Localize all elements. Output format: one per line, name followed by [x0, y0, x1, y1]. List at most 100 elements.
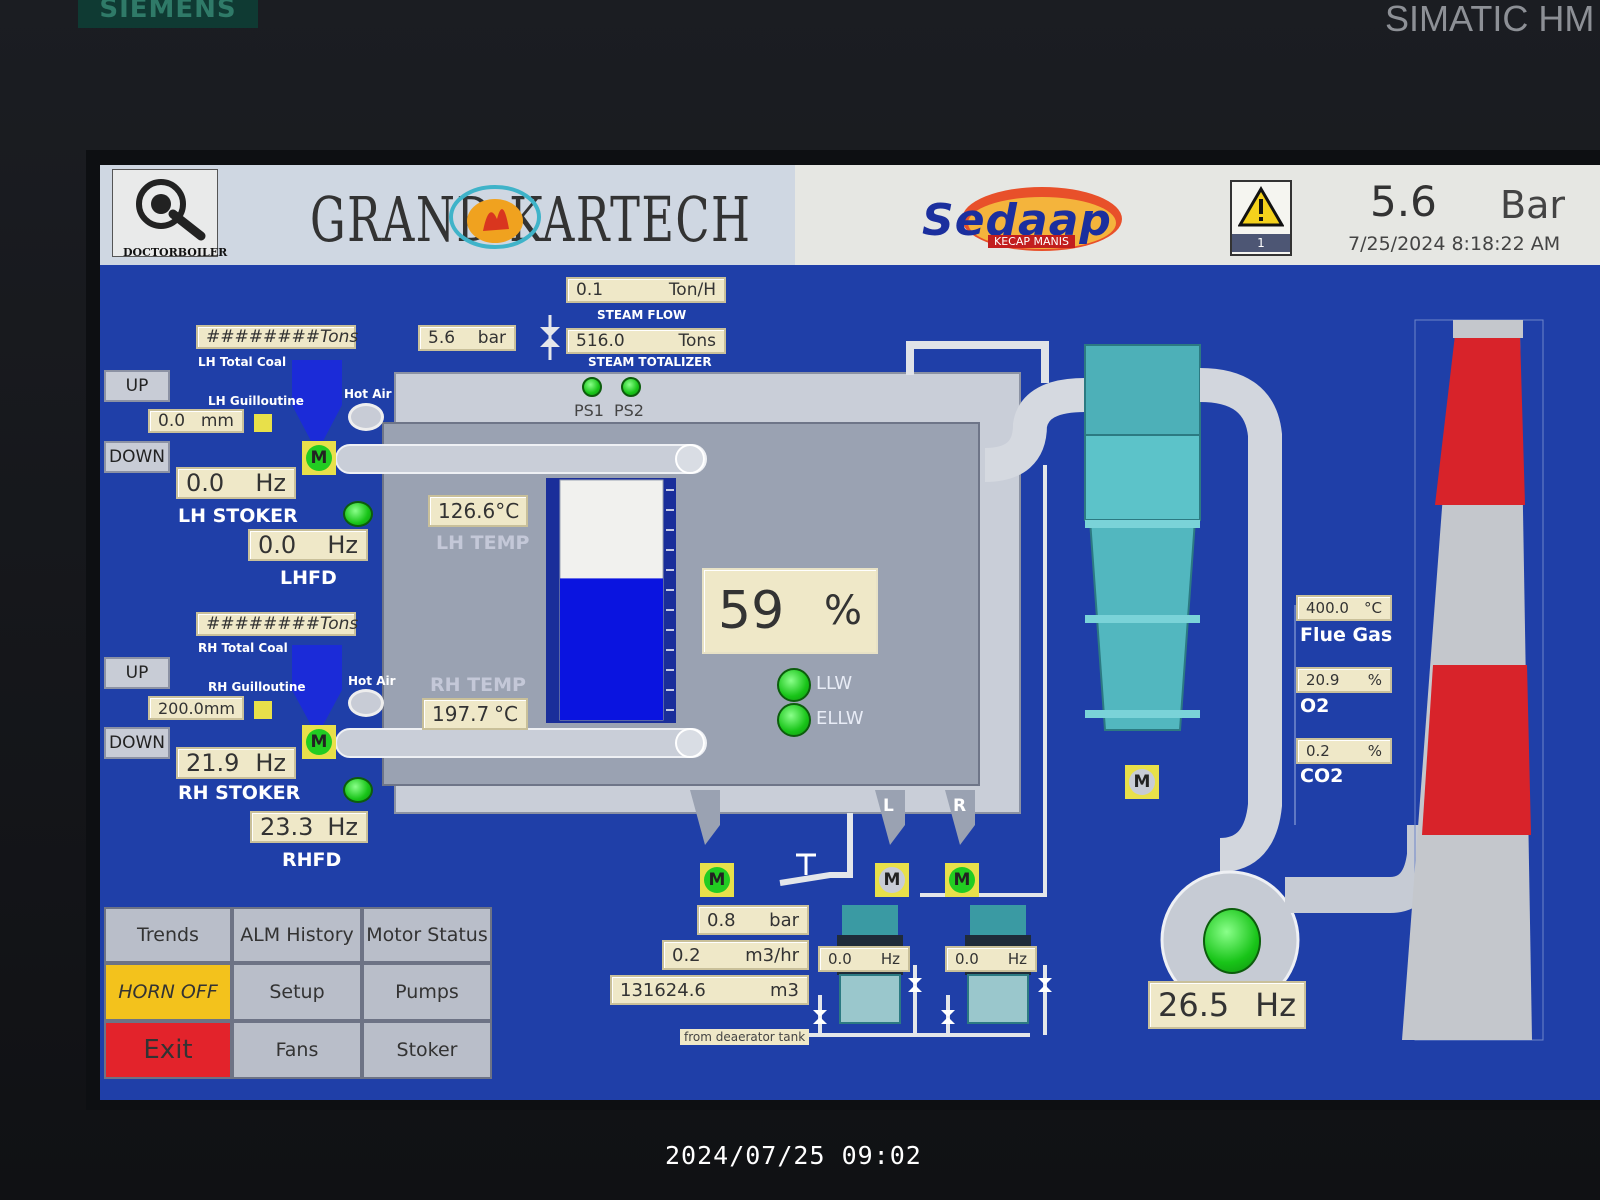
- rh-hot-air-damper[interactable]: [348, 689, 384, 717]
- rh-guillotine-actuator[interactable]: [254, 701, 272, 719]
- ash-conveyor-motor-label: M: [704, 867, 730, 893]
- lh-guillotine-label: LH Guilloutine: [208, 394, 304, 408]
- rh-total-coal-label: RH Total Coal: [198, 641, 288, 655]
- alarm-indicator[interactable]: 1: [1230, 180, 1292, 256]
- rh-stoker-unit: Hz: [255, 749, 286, 777]
- lh-guillotine-actuator[interactable]: [254, 414, 272, 432]
- rh-temp-unit: °C: [494, 702, 518, 726]
- rh-stoker-belt: [335, 728, 707, 758]
- menu-motor-status-button[interactable]: Motor Status: [362, 907, 492, 963]
- lh-up-button[interactable]: UP: [104, 370, 170, 402]
- rh-stoker-motor[interactable]: M: [302, 725, 336, 759]
- ash-left-label: L: [883, 796, 894, 816]
- rh-hot-air-label: Hot Air: [348, 674, 396, 688]
- menu-setup-button[interactable]: Setup: [232, 963, 362, 1021]
- menu-horn-off-button[interactable]: HORN OFF: [104, 963, 232, 1021]
- rhfd-display: 23.3 Hz: [250, 811, 368, 843]
- llw-label: LLW: [816, 673, 853, 694]
- rh-guillotine-label: RH Guilloutine: [208, 680, 306, 694]
- menu-trends-button[interactable]: Trends: [104, 907, 232, 963]
- lhfd-unit: Hz: [327, 531, 358, 559]
- lh-down-button[interactable]: DOWN: [104, 441, 170, 473]
- ash-conveyor-motor[interactable]: M: [700, 863, 734, 897]
- steam-total-value: 516.0: [576, 331, 625, 351]
- llw-indicator: [777, 668, 811, 702]
- rh-stoker-display: 21.9 Hz: [176, 747, 296, 779]
- pump1-unit: Hz: [880, 950, 900, 968]
- lhfd-display: 0.0 Hz: [248, 529, 368, 561]
- rh-guillotine-display: 200.0 mm: [148, 696, 244, 720]
- lhfd-label: LHFD: [280, 567, 337, 589]
- o2-display: 20.9%: [1296, 667, 1392, 693]
- steam-total-unit: Tons: [678, 331, 716, 351]
- o2-unit: %: [1367, 671, 1382, 689]
- steam-pressure-display: 5.6 bar: [418, 325, 516, 351]
- camera-timestamp: 2024/07/25 09:02: [665, 1141, 922, 1170]
- header-pressure-unit: Bar: [1500, 183, 1565, 227]
- hmi-screen: DOCTORBOILER GRAND KARTECH Sedaap KECAP …: [100, 165, 1600, 1100]
- id-fan-display: 26.5 Hz: [1148, 981, 1306, 1029]
- menu-alm-history-button[interactable]: ALM History: [232, 907, 362, 963]
- menu-fans-button[interactable]: Fans: [232, 1021, 362, 1079]
- lh-stoker-motor[interactable]: M: [302, 441, 336, 475]
- economiser-motor[interactable]: M: [1125, 765, 1159, 799]
- lh-temp-value: 126.6: [438, 499, 496, 523]
- lhfd-fan-indicator[interactable]: [343, 501, 373, 527]
- menu-exit-button[interactable]: Exit: [104, 1021, 232, 1079]
- co2-unit: %: [1367, 742, 1382, 760]
- lh-hot-air-label: Hot Air: [344, 387, 392, 401]
- header-datetime: 7/25/2024 8:18:22 AM: [1348, 233, 1561, 255]
- fw-pressure-display: 0.8 bar: [697, 905, 809, 935]
- pump2-value: 0.0: [955, 950, 979, 968]
- menu-stoker-button[interactable]: Stoker: [362, 1021, 492, 1079]
- lh-stoker-display: 0.0 Hz: [176, 467, 296, 499]
- steam-flow-value: 0.1: [576, 280, 604, 300]
- ps2-label: PS2: [614, 401, 644, 420]
- steam-pressure-value: 5.6: [428, 328, 456, 348]
- lh-temp-unit: °C: [495, 499, 520, 523]
- wrench-logo-icon: [136, 179, 206, 241]
- lh-total-coal-display: ######## Tons: [196, 325, 359, 349]
- rh-stoker-label: RH STOKER: [178, 782, 301, 804]
- rh-temp-value: 197.7: [432, 702, 490, 726]
- co2-label: CO2: [1300, 765, 1344, 787]
- lh-stoker-value: 0.0: [186, 469, 225, 497]
- ps1-label: PS1: [574, 401, 604, 420]
- fw-pressure-unit: bar: [769, 909, 799, 931]
- ash-right-label: R: [953, 796, 967, 816]
- rh-up-button[interactable]: UP: [104, 657, 170, 689]
- flame-logo-icon: [449, 185, 541, 249]
- logo-caption: DOCTORBOILER: [123, 246, 228, 259]
- id-fan-value: 26.5: [1158, 986, 1230, 1024]
- rhfd-label: RHFD: [282, 849, 342, 871]
- lh-total-coal-label: LH Total Coal: [198, 355, 287, 369]
- ash-right-motor[interactable]: M: [945, 863, 979, 897]
- ps2-indicator: [621, 377, 641, 397]
- warning-icon: [1238, 186, 1284, 227]
- lh-stoker-motor-label: M: [306, 445, 332, 471]
- lh-guillotine-display: 0.0 mm: [148, 409, 244, 433]
- id-fan-indicator[interactable]: [1203, 908, 1261, 974]
- drum-level-fill: [560, 578, 663, 720]
- lh-guillotine-unit: mm: [200, 411, 234, 431]
- rhfd-value: 23.3: [260, 813, 314, 841]
- fw-flow-value: 0.2: [672, 944, 701, 966]
- lh-hot-air-damper[interactable]: [348, 403, 384, 431]
- pump1-value: 0.0: [828, 950, 852, 968]
- steam-flow-label: STEAM FLOW: [597, 308, 687, 322]
- menu-pumps-button[interactable]: Pumps: [362, 963, 492, 1021]
- ellw-indicator: [777, 703, 811, 737]
- client-logo-sub: KECAP MANIS: [988, 235, 1075, 248]
- ash-left-motor[interactable]: M: [875, 863, 909, 897]
- steam-totalizer-display: 516.0 Tons: [566, 328, 726, 354]
- lh-total-coal-unit: Tons: [319, 327, 359, 347]
- drum-level-value: 59: [718, 581, 785, 641]
- pump1-speed-display: 0.0 Hz: [818, 946, 910, 972]
- rhfd-unit: Hz: [327, 813, 358, 841]
- fw-source-label: from deaerator tank: [680, 1029, 810, 1045]
- rh-down-button[interactable]: DOWN: [104, 727, 170, 759]
- o2-value: 20.9: [1306, 671, 1340, 689]
- rhfd-fan-indicator[interactable]: [343, 777, 373, 803]
- fw-pressure-value: 0.8: [707, 909, 736, 931]
- co2-value: 0.2: [1306, 742, 1330, 760]
